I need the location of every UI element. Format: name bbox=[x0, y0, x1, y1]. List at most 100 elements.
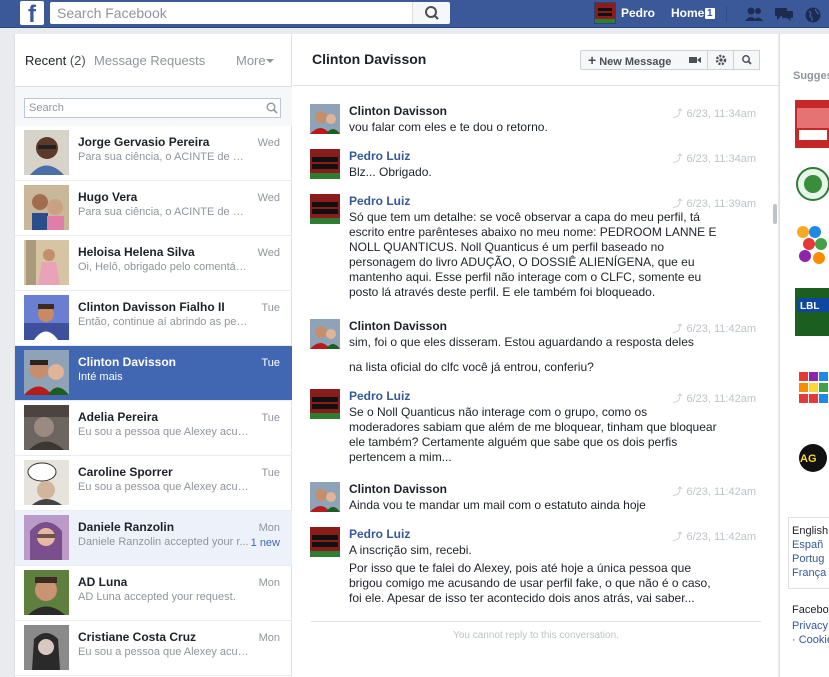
conversation-snippet: Eu sou a pessoa que Alexey acus... bbox=[78, 426, 250, 438]
scrollbar[interactable] bbox=[773, 204, 777, 224]
conversation-name: Jorge Gervasio Pereira bbox=[78, 135, 210, 149]
message-timestamp: 6/23, 11:34am bbox=[686, 153, 756, 165]
conversation-item[interactable]: Jorge Gervasio Pereira Para sua ciência,… bbox=[15, 126, 292, 181]
message-author[interactable]: Clinton Davisson bbox=[349, 482, 447, 496]
sent-icon: ⤴ bbox=[672, 324, 683, 335]
message-author[interactable]: Pedro Luiz bbox=[349, 149, 410, 163]
message-text: Ainda vou te mandar um mail com o estatu… bbox=[349, 498, 646, 512]
conversation-time: Wed bbox=[257, 192, 280, 204]
avatar[interactable] bbox=[310, 104, 340, 134]
avatar[interactable] bbox=[310, 149, 340, 179]
message-time: ⤴ 6/23, 11:42am bbox=[672, 483, 756, 498]
conversation-item[interactable]: AD Luna AD Luna accepted your request. M… bbox=[15, 566, 292, 621]
language-link[interactable]: França bbox=[792, 567, 826, 579]
avatar[interactable] bbox=[594, 2, 616, 24]
chevron-down-icon[interactable] bbox=[266, 59, 274, 63]
message-timestamp: 6/23, 11:42am bbox=[686, 393, 756, 405]
footer-cookies-link[interactable]: · Cookie bbox=[792, 634, 829, 646]
search-conversation-button[interactable] bbox=[734, 50, 760, 70]
message-timestamp: 6/23, 11:42am bbox=[686, 531, 756, 543]
suggested-page-image[interactable] bbox=[795, 364, 829, 412]
home-link[interactable]: Home bbox=[671, 6, 704, 20]
message-timestamp: 6/23, 11:42am bbox=[686, 323, 756, 335]
conversation-item[interactable]: Daniele Ranzolin Daniele Ranzolin accept… bbox=[15, 511, 292, 566]
svg-text:AG: AG bbox=[800, 453, 817, 465]
avatar bbox=[24, 295, 69, 340]
gear-icon bbox=[715, 54, 727, 66]
message-author[interactable]: Pedro Luiz bbox=[349, 527, 410, 541]
message-text: Só que tem um detalhe: se você observar … bbox=[349, 210, 717, 299]
language-link[interactable]: Españ bbox=[792, 539, 823, 551]
conversation-item[interactable]: Cristiane Costa Cruz Eu sou a pessoa que… bbox=[15, 621, 292, 676]
avatar bbox=[24, 515, 69, 560]
conversation-snippet: Eu sou a pessoa que Alexey acus... bbox=[78, 481, 250, 493]
message-author[interactable]: Clinton Davisson bbox=[349, 319, 447, 333]
tab-recent-count: (2) bbox=[69, 53, 86, 68]
message-text: vou falar com eles e te dou o retorno. bbox=[349, 120, 548, 134]
conversation-name: Hugo Vera bbox=[78, 190, 138, 204]
conversation-item[interactable]: Heloisa Helena Silva Oi, Helô, obrigado … bbox=[15, 236, 292, 291]
conversation-time: Wed bbox=[257, 137, 280, 149]
language-link[interactable]: Portug bbox=[792, 553, 824, 565]
conversation-list: Jorge Gervasio Pereira Para sua ciência,… bbox=[15, 126, 292, 677]
conversation-name: Heloisa Helena Silva bbox=[78, 245, 195, 259]
suggested-page-image[interactable]: AG bbox=[795, 434, 829, 482]
tab-more[interactable]: More bbox=[236, 53, 266, 68]
top-search[interactable] bbox=[50, 2, 448, 24]
footer-privacy-link[interactable]: Privacy bbox=[792, 620, 828, 632]
suggested-page-image[interactable] bbox=[795, 160, 829, 208]
suggested-page-image[interactable] bbox=[795, 220, 829, 268]
avatar[interactable] bbox=[310, 389, 340, 419]
avatar[interactable] bbox=[310, 194, 340, 224]
avatar bbox=[24, 625, 69, 670]
conversation-time: Tue bbox=[261, 302, 280, 314]
new-message-button[interactable]: + New Message bbox=[580, 50, 683, 70]
top-search-input[interactable] bbox=[50, 2, 410, 24]
notifications-globe-icon[interactable] bbox=[804, 6, 822, 23]
tab-message-requests[interactable]: Message Requests bbox=[94, 53, 205, 68]
message-author[interactable]: Pedro Luiz bbox=[349, 389, 410, 403]
message-time: ⤴ 6/23, 11:42am bbox=[672, 320, 756, 335]
conversation-search[interactable] bbox=[24, 98, 281, 118]
message-time: ⤴ 6/23, 11:34am bbox=[672, 105, 756, 120]
message-author[interactable]: Clinton Davisson bbox=[349, 104, 447, 118]
friend-requests-icon[interactable] bbox=[744, 6, 763, 22]
conversation-search-input[interactable] bbox=[25, 99, 260, 117]
message-text: Por isso que te falei do Alexey, pois at… bbox=[349, 561, 711, 605]
message-time: ⤴ 6/23, 11:42am bbox=[672, 390, 756, 405]
conversation-name: Daniele Ranzolin bbox=[78, 520, 175, 534]
conversation-item[interactable]: Hugo Vera Para sua ciência, o ACINTE de … bbox=[15, 181, 292, 236]
search-icon[interactable] bbox=[265, 101, 279, 115]
top-search-button[interactable] bbox=[412, 2, 450, 24]
message-author[interactable]: Pedro Luiz bbox=[349, 194, 410, 208]
suggested-page-image[interactable]: LBL bbox=[795, 288, 829, 336]
conversation-search-area bbox=[15, 86, 292, 126]
avatar[interactable] bbox=[310, 319, 340, 349]
conversation-item[interactable]: Clinton Davisson Inté mais Tue bbox=[15, 346, 292, 401]
video-call-button[interactable] bbox=[682, 50, 708, 70]
conversation-item[interactable]: Clinton Davisson Fialho II Então, contin… bbox=[15, 291, 292, 346]
conversation-title[interactable]: Clinton Davisson bbox=[312, 51, 426, 67]
avatar[interactable] bbox=[310, 527, 340, 557]
conversation-item[interactable]: Caroline Sporrer Eu sou a pessoa que Ale… bbox=[15, 456, 292, 511]
settings-button[interactable] bbox=[708, 50, 734, 70]
message-thread: Clinton Davisson ⤴ 6/23, 11:34am vou fala… bbox=[293, 87, 779, 617]
avatar bbox=[24, 350, 69, 395]
conversation-time: Tue bbox=[261, 412, 280, 424]
conversation-name: Adelia Pereira bbox=[78, 410, 159, 424]
conversation-item[interactable]: Adelia Pereira Eu sou a pessoa que Alexe… bbox=[15, 401, 292, 456]
sent-icon: ⤴ bbox=[672, 532, 683, 543]
svg-text:LBL: LBL bbox=[800, 301, 819, 312]
profile-name-link[interactable]: Pedro bbox=[621, 6, 655, 20]
search-icon bbox=[425, 6, 439, 20]
suggested-page-image[interactable] bbox=[795, 100, 829, 148]
messages-icon[interactable] bbox=[774, 6, 793, 22]
conversation-snippet: Daniele Ranzolin accepted your r... bbox=[78, 536, 249, 548]
conversation-time: Mon bbox=[258, 577, 280, 589]
tab-recent[interactable]: Recent (2) bbox=[25, 53, 86, 68]
avatar[interactable] bbox=[310, 482, 340, 512]
new-count-badge: 1 new bbox=[250, 537, 280, 549]
conversation-name: Caroline Sporrer bbox=[78, 465, 173, 479]
facebook-logo[interactable]: f bbox=[20, 1, 44, 25]
message-text: na lista oficial do clfc você já entrou,… bbox=[349, 360, 594, 374]
